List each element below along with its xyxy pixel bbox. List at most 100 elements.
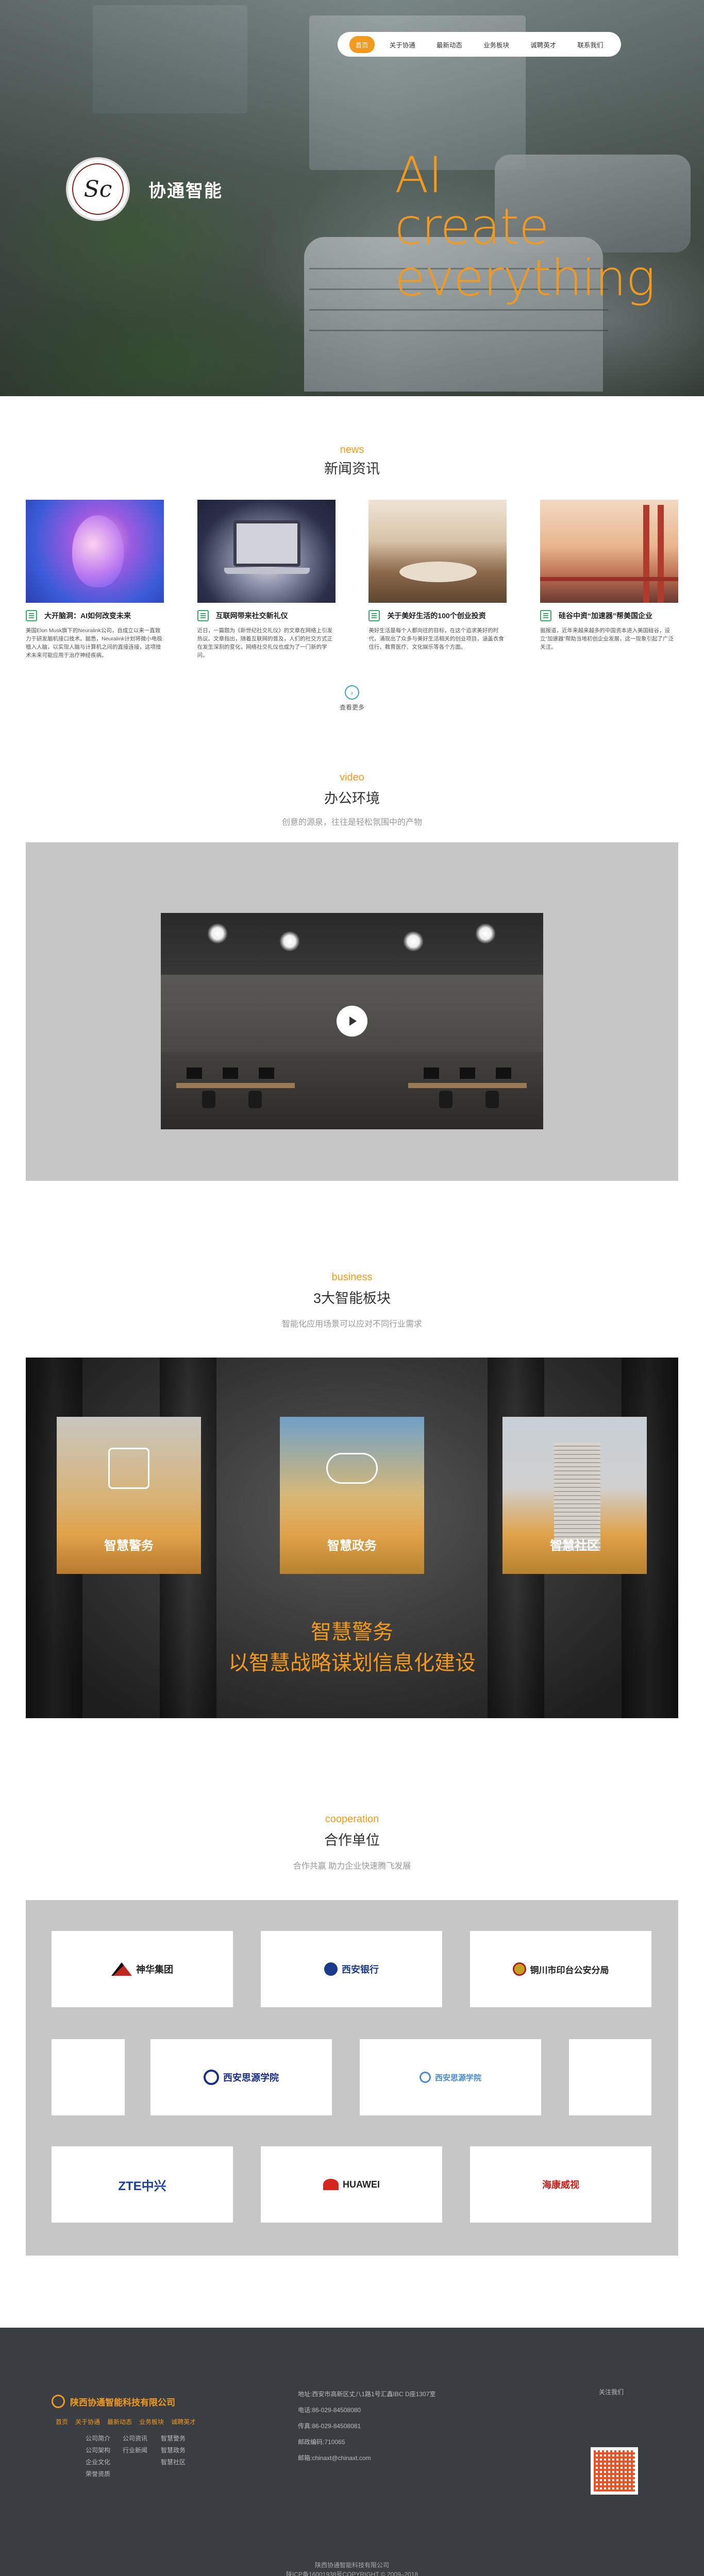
logo-seal: Sc xyxy=(66,157,130,221)
news-card[interactable]: 硅谷中资“加速器”帮美国企业 据报道，近年来越来越多的中国资本进入美国硅谷，设立… xyxy=(540,500,678,659)
news-title-en: news xyxy=(340,444,364,455)
bridge-tower xyxy=(643,505,649,603)
huawei-flower-icon xyxy=(323,2179,339,2190)
bank-icon xyxy=(324,1962,338,1976)
partner-logo[interactable]: HUAWEI xyxy=(261,2146,442,2223)
shenhua-icon xyxy=(111,1962,132,1976)
footer-link[interactable]: 公司简介 xyxy=(86,2433,110,2445)
footer-nav: 首页 关于协通 最新动态 业务板块 诚聘英才 xyxy=(56,2417,196,2426)
police-emblem-icon xyxy=(512,1962,526,1976)
partner-name: 铜川市印台公安分局 xyxy=(530,1965,609,1976)
bridge-deck xyxy=(540,577,678,581)
hero-banner: 首页 关于协通 最新动态 业务板块 诚聘英才 联系我们 Sc 协通智能 AI c… xyxy=(0,0,704,396)
footer-nav-home[interactable]: 首页 xyxy=(56,2417,68,2426)
footer-email[interactable]: 邮箱:chinaxt@chinaxt.com xyxy=(298,2450,435,2466)
news-image xyxy=(197,500,336,603)
monitor xyxy=(460,1067,475,1079)
footer-link[interactable]: 企业文化 xyxy=(86,2456,110,2468)
video-title-en: video xyxy=(340,772,364,783)
news-title[interactable]: 关于美好生活的100个创业投资 xyxy=(387,611,485,621)
footer-fax: 传真:86-029-84508081 xyxy=(298,2422,361,2430)
copyright-company: 陕西协通智能科技有限公司 xyxy=(314,2562,389,2569)
monitor xyxy=(496,1067,511,1079)
ceiling-light xyxy=(207,923,228,944)
partners-panel: 神华集团 西安银行 铜川市印台公安分局 西安思源学院 西安思源学院 ZTE中兴 … xyxy=(26,1900,678,2256)
footer-link[interactable]: 公司资讯 xyxy=(123,2433,147,2445)
table-illustration xyxy=(399,562,477,582)
footer-link[interactable]: 公司架构 xyxy=(86,2445,110,2456)
slogan-line: create xyxy=(395,198,549,256)
footer-business-links: 智慧警务 智慧政务 智慧社区 xyxy=(161,2433,186,2468)
footer-nav-careers[interactable]: 诚聘英才 xyxy=(171,2417,196,2426)
play-button[interactable] xyxy=(337,1006,367,1037)
brand-name: 协通智能 xyxy=(148,181,223,201)
nav-business[interactable]: 业务板块 xyxy=(477,36,515,53)
office-chair xyxy=(248,1091,262,1108)
footer-address: 地址:西安市高新区丈八1路1号汇鑫IBC D座1307室 xyxy=(298,2391,436,2398)
partner-logo[interactable]: 西安银行 xyxy=(261,1931,442,2007)
news-doc-icon xyxy=(197,610,209,621)
video-panel xyxy=(26,842,678,1181)
partner-logo[interactable]: ZTE中兴 xyxy=(52,2146,233,2223)
footer-link[interactable]: 行业新闻 xyxy=(123,2445,147,2456)
business-card-government[interactable]: 智慧政务 xyxy=(280,1417,424,1574)
partner-logo[interactable]: 西安思源学院 xyxy=(150,2039,332,2115)
partner-name: 海康威视 xyxy=(542,2180,579,2191)
footer-link[interactable]: 智慧警务 xyxy=(161,2433,186,2445)
partner-name: 西安思源学院 xyxy=(223,2073,279,2083)
news-card[interactable]: 大开脑洞：AI如何改变未来 美国Elon Musk旗下的Neuralink公司，… xyxy=(26,500,164,659)
video-title-cn: 办公环境 xyxy=(324,791,380,806)
ai-face-illustration xyxy=(72,515,124,587)
footer-nav-business[interactable]: 业务板块 xyxy=(139,2417,164,2426)
office-desk xyxy=(408,1083,527,1088)
chevron-right-icon: › xyxy=(345,685,359,700)
business-feature-title: 智慧警务 xyxy=(311,1621,393,1643)
ceiling-light xyxy=(475,923,496,944)
partner-logo[interactable]: 海康威视 xyxy=(470,2146,651,2223)
partner-logo[interactable]: 神华集团 xyxy=(52,1931,233,2007)
partner-logo[interactable]: 铜川市印台公安分局 xyxy=(470,1931,651,2007)
footer-link[interactable]: 荣誉资质 xyxy=(86,2468,110,2480)
more-label: 查看更多 xyxy=(339,704,364,711)
footer-news-links: 公司资讯 行业新闻 xyxy=(123,2433,147,2456)
qr-code-pattern xyxy=(594,2450,635,2492)
news-card[interactable]: 互联网带来社交新礼仪 近日，一篇题为《新世纪社交礼仪》的文章在网络上引发热议。文… xyxy=(197,500,336,659)
business-card-police[interactable]: 智慧警务 xyxy=(57,1417,201,1574)
nav-careers[interactable]: 诚聘英才 xyxy=(524,36,562,53)
news-title[interactable]: 大开脑洞：AI如何改变未来 xyxy=(44,611,131,621)
footer-link[interactable]: 智慧社区 xyxy=(161,2456,186,2468)
brand-logo[interactable]: Sc 协通智能 xyxy=(66,157,223,221)
business-panel: 智慧警务 智慧政务 智慧社区 智慧警务 以智慧战略谋划信息化建设 xyxy=(26,1358,678,1718)
partner-name: 神华集团 xyxy=(136,1964,173,1975)
business-title-cn: 3大智能板块 xyxy=(313,1291,391,1306)
footer-link[interactable]: 智慧政务 xyxy=(161,2445,186,2456)
nav-about[interactable]: 关于协通 xyxy=(383,36,422,53)
news-card[interactable]: 关于美好生活的100个创业投资 美好生活是每个人都向往的目标，在这个追求美好的时… xyxy=(368,500,507,659)
slogan-line: everything xyxy=(395,249,656,307)
monitor xyxy=(259,1067,274,1079)
business-card-community[interactable]: 智慧社区 xyxy=(502,1417,647,1574)
video-player[interactable] xyxy=(161,913,543,1129)
partner-logo-blank xyxy=(569,2039,651,2115)
university-icon xyxy=(204,2070,219,2085)
nav-news[interactable]: 最新动态 xyxy=(430,36,468,53)
copyright-notice: 陕ICP备16001938号COPYRIGHT © 2009–2018 xyxy=(286,2571,418,2576)
footer-brand[interactable]: 陕西协通智能科技有限公司 xyxy=(52,2395,175,2408)
footer-nav-about[interactable]: 关于协通 xyxy=(75,2417,100,2426)
news-excerpt: 美国Elon Musk旗下的Neuralink公司，自成立以来一直致力于研发脑机… xyxy=(26,628,162,658)
office-chair xyxy=(202,1091,215,1108)
university-icon xyxy=(419,2072,431,2083)
footer-nav-news[interactable]: 最新动态 xyxy=(107,2417,132,2426)
news-title[interactable]: 硅谷中资“加速器”帮美国企业 xyxy=(559,611,652,621)
nav-contact[interactable]: 联系我们 xyxy=(571,36,609,53)
more-news-button[interactable]: › 查看更多 xyxy=(339,685,365,711)
partner-name: 西安银行 xyxy=(342,1964,379,1975)
cloud-icon xyxy=(326,1453,378,1484)
partner-logo[interactable]: 西安思源学院 xyxy=(360,2039,541,2115)
police-building-icon xyxy=(108,1448,149,1489)
bridge-tower xyxy=(657,505,664,603)
nav-home[interactable]: 首页 xyxy=(349,36,375,53)
laptop-illustration xyxy=(233,520,300,567)
news-title[interactable]: 互联网带来社交新礼仪 xyxy=(216,611,288,621)
logo-ring: Sc xyxy=(72,163,124,215)
